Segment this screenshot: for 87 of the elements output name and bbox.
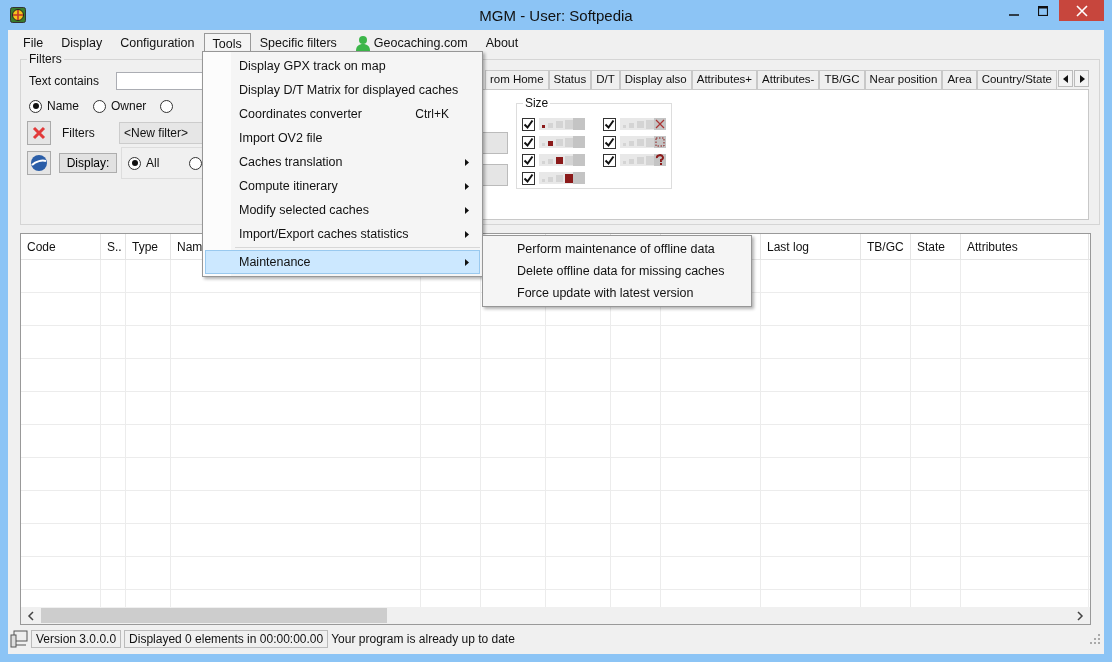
filter-tab[interactable]: Attributes- (757, 70, 820, 89)
left-arrow-icon (1062, 74, 1069, 83)
radio-option[interactable]: All (128, 156, 160, 170)
app-logo-icon (10, 7, 26, 23)
filter-tab[interactable]: Near position (864, 70, 943, 89)
filter-tab[interactable]: Status (548, 70, 592, 89)
menu-item[interactable]: About (476, 32, 528, 54)
filter-tab[interactable]: TB/GC (819, 70, 865, 89)
menu-item[interactable]: Delete offline data for missing caches (483, 260, 751, 282)
window-title: MGM - User: Softpedia (479, 6, 633, 24)
horizontal-scrollbar[interactable] (21, 607, 1090, 624)
menu-item[interactable]: Configuration (111, 32, 204, 54)
version-label: Version 3.0.0.0 (31, 630, 122, 648)
clear-filter-button[interactable] (27, 121, 51, 145)
minimize-icon (1008, 13, 1019, 16)
size-scale-icon (619, 154, 666, 166)
menu-item[interactable]: Geocaching.com (345, 31, 477, 55)
column-header[interactable]: TB/GC (867, 240, 904, 254)
checkbox[interactable] (602, 153, 616, 167)
menu-item[interactable]: Force update with latest version (483, 282, 751, 304)
cross-icon (32, 126, 46, 140)
menu-item[interactable]: Import/Export caches statistics (205, 222, 480, 246)
menu-item[interactable]: Import OV2 file (205, 126, 480, 150)
menu-item[interactable]: Compute itinerary (205, 174, 480, 198)
filter-tab[interactable]: Attributes+ (691, 70, 758, 89)
checkbox[interactable] (521, 135, 535, 149)
column-header[interactable]: State (917, 240, 946, 254)
column-header[interactable]: Last log (767, 240, 810, 254)
size-scale-icon (538, 154, 585, 166)
column-header[interactable]: S.. (107, 240, 122, 254)
filter-tab[interactable]: Area (942, 70, 977, 89)
filter-tab[interactable]: Display also (619, 70, 692, 89)
filter-tab[interactable]: D/T (591, 70, 620, 89)
radio-option[interactable]: Name (29, 99, 79, 113)
menu-item[interactable]: Specific filters (250, 32, 346, 54)
menu-item[interactable]: Display (52, 32, 112, 54)
right-arrow-icon (1078, 74, 1085, 83)
resize-grip-icon[interactable] (1090, 634, 1100, 644)
display-button[interactable]: Display: (59, 153, 117, 173)
group-title: Filters (27, 52, 64, 66)
menu-item[interactable]: Display D/T Matrix for displayed caches (205, 78, 480, 102)
menu-item[interactable]: Caches translation (205, 150, 480, 174)
submenu-arrow-icon (465, 258, 469, 266)
globe-icon (30, 154, 48, 172)
filter-tab[interactable]: rom Home (484, 70, 549, 89)
scroll-right-button[interactable] (1074, 70, 1089, 87)
radio-option[interactable]: Owner (93, 99, 147, 113)
close-icon (1075, 4, 1088, 17)
globe-button[interactable] (27, 151, 51, 175)
checkbox[interactable] (521, 153, 535, 167)
status-message: Your program is already up to date (331, 632, 515, 646)
size-scale-icon (538, 118, 585, 130)
menu-item[interactable]: Perform maintenance of offline data (483, 238, 751, 260)
column-header[interactable]: Nam (177, 240, 203, 254)
scroll-left-button[interactable] (1058, 70, 1073, 87)
menu-item[interactable]: Tools (203, 32, 251, 54)
group-title: Size (522, 96, 551, 110)
column-header[interactable]: Type (132, 240, 158, 254)
column-header[interactable]: Code (27, 240, 56, 254)
menu-item[interactable]: Coordinates converter Ctrl+K (205, 102, 480, 126)
checkbox[interactable] (602, 117, 616, 131)
submenu-arrow-icon (465, 206, 469, 214)
checkbox[interactable] (602, 135, 616, 149)
checkbox[interactable] (521, 171, 535, 185)
size-scale-icon (538, 172, 585, 184)
submenu-arrow-icon (465, 230, 469, 238)
user-icon (354, 35, 371, 51)
radio-option[interactable] (189, 156, 203, 170)
column-header[interactable]: Attributes (967, 240, 1018, 254)
field-label: Filters (62, 126, 96, 140)
size-scale-icon (619, 118, 666, 130)
menu-item[interactable]: File (14, 32, 53, 54)
maximize-icon (1037, 5, 1048, 16)
size-scale-icon (538, 136, 585, 148)
shortcut-label: Ctrl+K (415, 107, 449, 121)
menu-item[interactable]: Maintenance (205, 250, 480, 274)
filter-tab[interactable]: Country/State (976, 70, 1057, 89)
checkbox[interactable] (521, 117, 535, 131)
menu-item[interactable]: Modify selected caches (205, 198, 480, 222)
size-scale-icon (619, 136, 666, 148)
field-label: Text contains (29, 74, 101, 88)
radio-option[interactable] (160, 99, 174, 113)
submenu-arrow-icon (465, 182, 469, 190)
close-button[interactable] (1059, 0, 1104, 21)
display-stats-label: Displayed 0 elements in 00:00:00.00 (124, 630, 329, 648)
menu-item[interactable]: Display GPX track on map (205, 54, 480, 78)
submenu-arrow-icon (465, 158, 469, 166)
